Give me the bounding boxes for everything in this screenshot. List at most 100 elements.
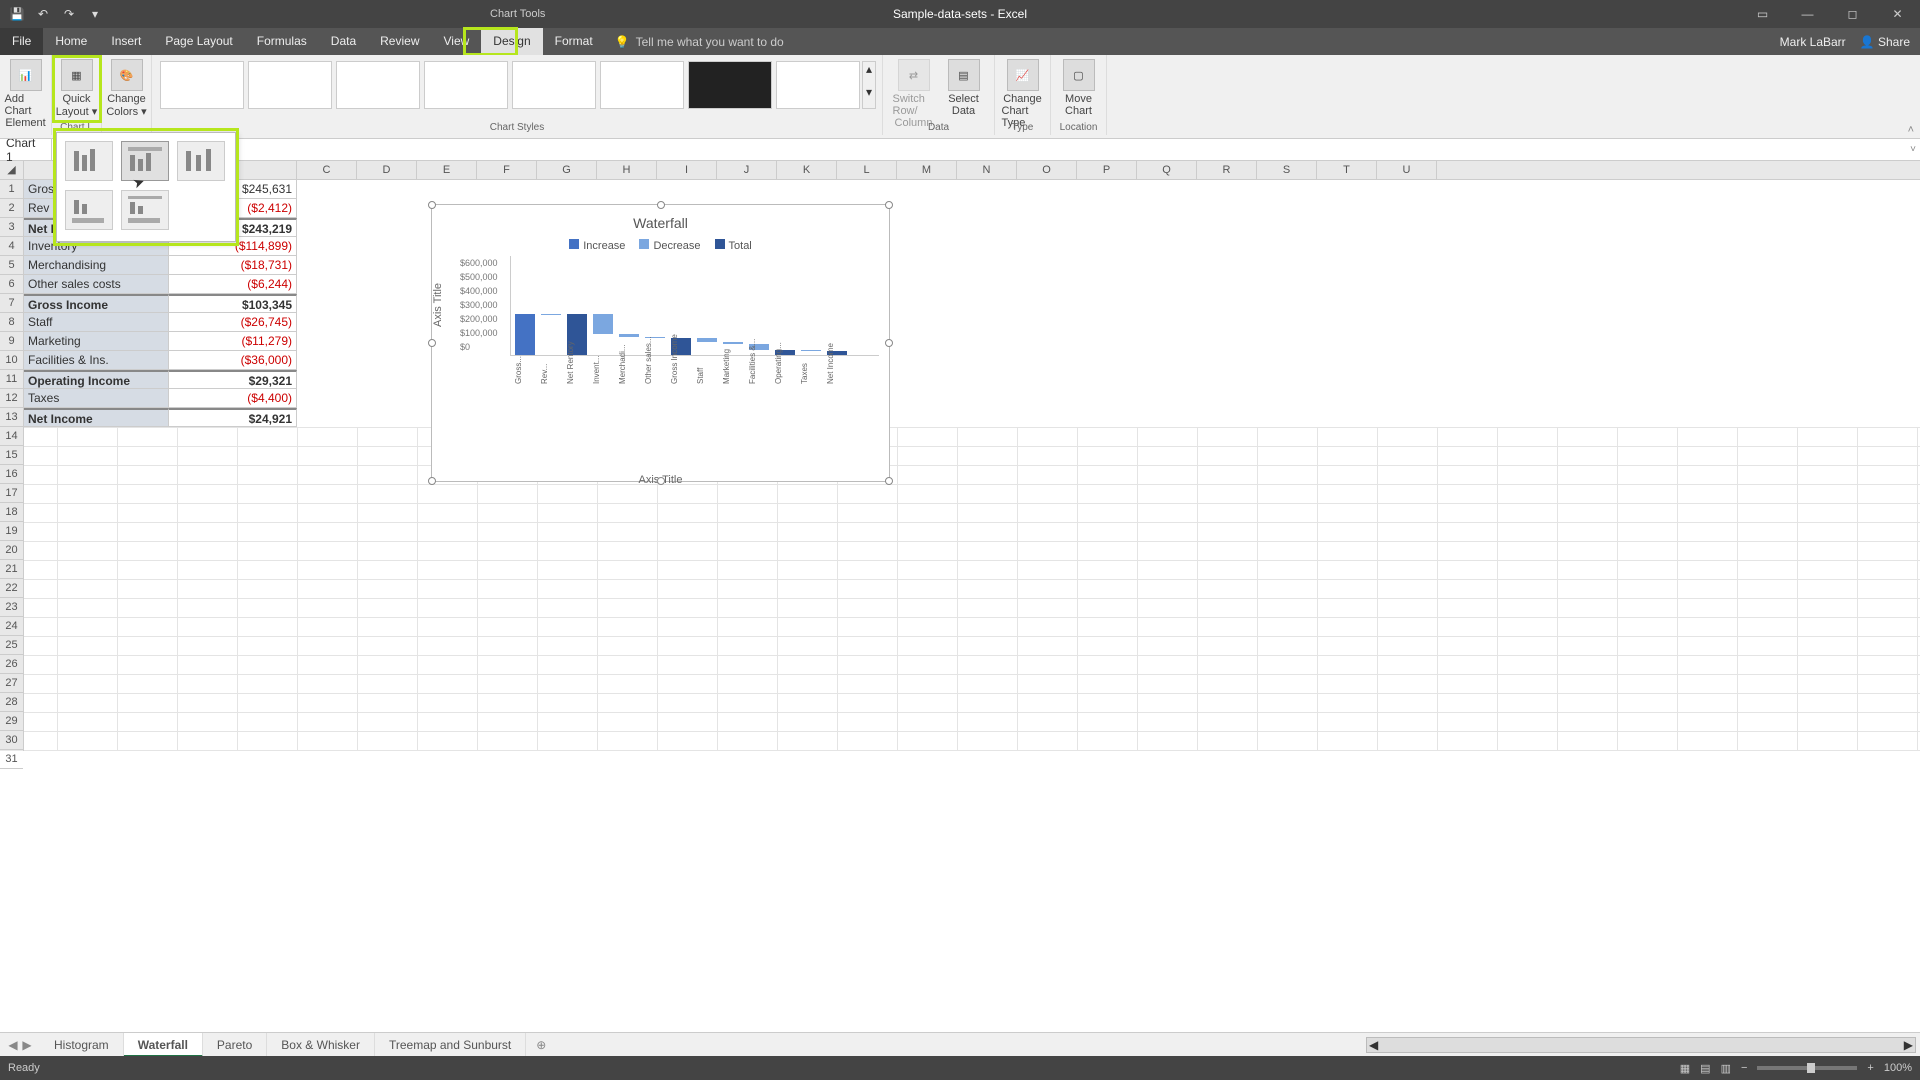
cells-area[interactable]: Gros$245,631Rev($2,412)Net Revenue$243,2… [24, 180, 1920, 751]
column-header[interactable]: T [1317, 161, 1377, 179]
cell-value[interactable]: $29,321 [169, 370, 297, 389]
column-header[interactable]: L [837, 161, 897, 179]
column-header[interactable]: R [1197, 161, 1257, 179]
cell-label[interactable]: Facilities & Ins. [24, 351, 169, 370]
tab-page-layout[interactable]: Page Layout [153, 28, 244, 55]
spreadsheet-grid[interactable]: ◢ 12345678910111213141516171819202122232… [0, 161, 1920, 751]
view-page-break-icon[interactable]: ▥ [1721, 1062, 1731, 1075]
chart-style-5[interactable] [512, 61, 596, 109]
row-header[interactable]: 4 [0, 237, 23, 256]
cell-value[interactable]: ($26,745) [169, 313, 297, 332]
column-header[interactable]: K [777, 161, 837, 179]
minimize-icon[interactable]: — [1785, 0, 1830, 28]
column-header[interactable]: J [717, 161, 777, 179]
select-all-corner[interactable]: ◢ [0, 161, 23, 180]
scroll-right-icon[interactable]: ▶ [1904, 1038, 1913, 1052]
column-header[interactable]: I [657, 161, 717, 179]
sheet-tab[interactable]: Pareto [203, 1033, 267, 1057]
tab-formulas[interactable]: Formulas [245, 28, 319, 55]
row-header[interactable]: 26 [0, 655, 23, 674]
chart-style-8[interactable] [776, 61, 860, 109]
redo-icon[interactable]: ↷ [60, 5, 78, 23]
chart-style-4[interactable] [424, 61, 508, 109]
scroll-left-icon[interactable]: ◀ [1369, 1038, 1378, 1052]
view-normal-icon[interactable]: ▦ [1680, 1062, 1690, 1075]
cell-label[interactable]: Other sales costs [24, 275, 169, 294]
row-header[interactable]: 6 [0, 275, 23, 294]
change-colors-button[interactable]: 🎨 Change Colors ▾ [102, 57, 152, 120]
row-header[interactable]: 1 [0, 180, 23, 199]
formula-bar-expand-icon[interactable]: ˅ [1910, 144, 1916, 155]
chart-legend[interactable]: Increase Decrease Total [432, 239, 889, 252]
row-header[interactable]: 10 [0, 351, 23, 370]
cell-label[interactable]: Merchandising [24, 256, 169, 275]
column-header[interactable]: G [537, 161, 597, 179]
row-header[interactable]: 30 [0, 731, 23, 750]
move-chart-button[interactable]: ▢ Move Chart [1054, 57, 1104, 119]
chart-bar[interactable] [723, 342, 743, 344]
cell-label[interactable]: Net Income [24, 408, 169, 427]
y-axis-title[interactable]: Axis Title [432, 283, 444, 327]
chart-bar[interactable] [801, 350, 821, 351]
select-data-button[interactable]: ▤ Select Data [939, 57, 989, 131]
row-header[interactable]: 20 [0, 541, 23, 560]
undo-icon[interactable]: ↶ [34, 5, 52, 23]
cell-value[interactable]: ($18,731) [169, 256, 297, 275]
gallery-scroll-down-icon[interactable]: ▾ [863, 85, 875, 108]
cell-label[interactable]: Staff [24, 313, 169, 332]
quick-layout-option-3[interactable] [177, 141, 225, 181]
ribbon-display-icon[interactable]: ▭ [1740, 0, 1785, 28]
row-header[interactable]: 19 [0, 522, 23, 541]
row-header[interactable]: 2 [0, 199, 23, 218]
horizontal-scrollbar[interactable]: ◀ ▶ [1366, 1037, 1916, 1053]
chart-handle-sw[interactable] [428, 477, 436, 485]
chart-bar[interactable] [619, 334, 639, 337]
row-header[interactable]: 31 [0, 750, 23, 769]
tab-review[interactable]: Review [368, 28, 431, 55]
zoom-out-icon[interactable]: − [1741, 1062, 1747, 1074]
name-box[interactable]: Chart 1 [0, 139, 52, 161]
chart-styles-gallery[interactable]: ▴ ▾ [158, 57, 876, 111]
chart-style-7[interactable] [688, 61, 772, 109]
cell-label[interactable]: Taxes [24, 389, 169, 408]
row-header[interactable]: 16 [0, 465, 23, 484]
column-header[interactable]: E [417, 161, 477, 179]
tab-home[interactable]: Home [43, 28, 99, 55]
sheet-tab[interactable]: Treemap and Sunburst [375, 1033, 526, 1057]
tab-file[interactable]: File [0, 28, 43, 55]
chart-style-2[interactable] [248, 61, 332, 109]
row-header[interactable]: 12 [0, 389, 23, 408]
cell-value[interactable]: $103,345 [169, 294, 297, 313]
sheet-tab[interactable]: Box & Whisker [267, 1033, 375, 1057]
zoom-slider-thumb[interactable] [1807, 1063, 1815, 1073]
change-chart-type-button[interactable]: 📈 Change Chart Type [998, 57, 1048, 131]
row-header[interactable]: 22 [0, 579, 23, 598]
close-icon[interactable]: ✕ [1875, 0, 1920, 28]
gallery-scroll-up-icon[interactable]: ▴ [863, 62, 875, 85]
collapse-ribbon-icon[interactable]: ˄ [1908, 124, 1914, 136]
sheet-tab[interactable]: Histogram [40, 1033, 124, 1057]
waterfall-chart[interactable]: Waterfall Increase Decrease Total Axis T… [431, 204, 890, 482]
column-header[interactable]: P [1077, 161, 1137, 179]
row-header[interactable]: 11 [0, 370, 23, 389]
tab-insert[interactable]: Insert [99, 28, 153, 55]
column-header[interactable]: N [957, 161, 1017, 179]
chart-handle-nw[interactable] [428, 201, 436, 209]
view-page-layout-icon[interactable]: ▤ [1700, 1062, 1710, 1075]
row-header[interactable]: 25 [0, 636, 23, 655]
qat-customize-icon[interactable]: ▾ [86, 5, 104, 23]
user-name[interactable]: Mark LaBarr [1780, 35, 1846, 49]
column-header[interactable]: Q [1137, 161, 1197, 179]
row-header[interactable]: 23 [0, 598, 23, 617]
row-header[interactable]: 17 [0, 484, 23, 503]
column-header[interactable]: S [1257, 161, 1317, 179]
save-icon[interactable]: 💾 [8, 5, 26, 23]
column-header[interactable]: U [1377, 161, 1437, 179]
add-chart-element-button[interactable]: 📊 Add Chart Element [1, 57, 51, 131]
zoom-in-icon[interactable]: + [1867, 1062, 1873, 1074]
cell-value[interactable]: ($11,279) [169, 332, 297, 351]
row-header[interactable]: 27 [0, 674, 23, 693]
chart-style-1[interactable] [160, 61, 244, 109]
tell-me-search[interactable]: 💡 Tell me what you want to do [615, 35, 784, 49]
cell-label[interactable]: Operating Income [24, 370, 169, 389]
